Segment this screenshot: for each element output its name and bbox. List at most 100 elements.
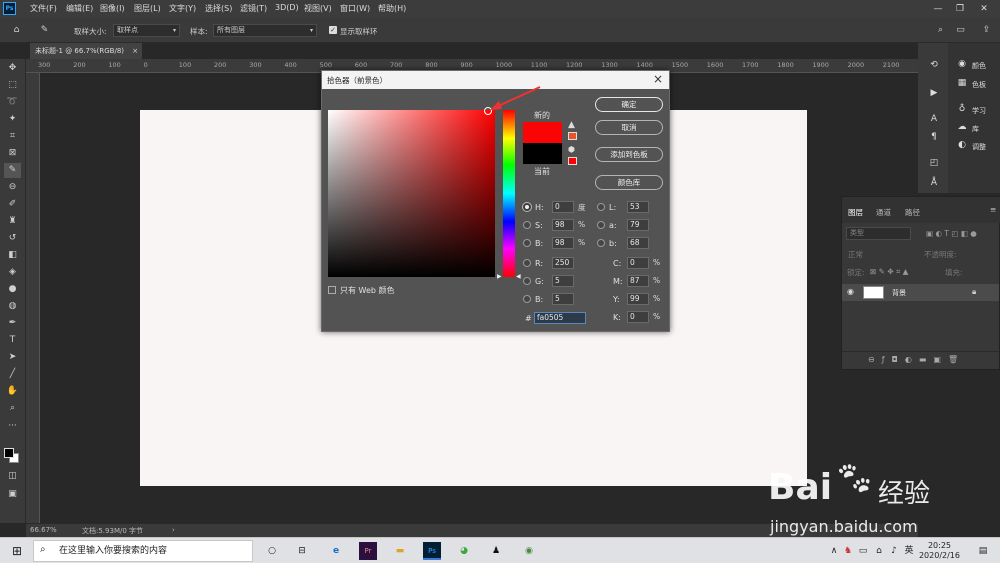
healing-tool-icon[interactable]: ⊖ [4,180,21,195]
move-tool-icon[interactable]: ✥ [4,61,21,76]
actions-icon[interactable]: ▶ [928,87,940,99]
path-select-icon[interactable]: ➤ [4,350,21,365]
zoom-level[interactable]: 66.67% [30,526,57,534]
lab-b-radio[interactable] [597,239,605,247]
hue-left-arrow-icon[interactable]: ▶ [497,273,502,280]
panel-learn[interactable]: 学习 [972,106,986,116]
restore-icon[interactable]: ❐ [952,2,968,16]
g-radio[interactable] [523,277,531,285]
menu-file[interactable]: 文件(F) [30,3,57,14]
paint-bucket-icon[interactable]: ◈ [4,265,21,280]
hand-tool-icon[interactable]: ✋ [4,384,21,399]
b-radio[interactable] [523,239,531,247]
blur-tool-icon[interactable]: ● [4,282,21,297]
line-tool-icon[interactable]: ╱ [4,367,21,382]
menu-view[interactable]: 视图(V) [304,3,332,14]
minimize-icon[interactable]: — [930,2,946,16]
sample-select[interactable]: 所有图层 ▾ [213,24,317,37]
wechat-icon[interactable]: ◕ [455,542,473,560]
lasso-tool-icon[interactable]: ➰ [4,95,21,110]
r-field[interactable]: 250 [552,257,574,269]
panel-libraries[interactable]: 库 [972,124,979,134]
file-explorer-icon[interactable]: ▬ [391,542,409,560]
adjustments-panel-icon[interactable]: ◐ [956,139,968,151]
gamut-warning-icon[interactable]: ▲ [568,120,575,130]
properties-icon[interactable]: ◰ [928,157,940,169]
menu-edit[interactable]: 编辑(E) [66,3,93,14]
close-icon[interactable]: ✕ [976,2,992,16]
layer-row[interactable]: ◉ 背景 🔒︎ [842,284,999,301]
premiere-icon[interactable]: Pr [359,542,377,560]
menu-select[interactable]: 选择(S) [205,3,232,14]
tray-expand-icon[interactable]: ∧ [828,542,840,560]
h-field[interactable]: 0 [552,201,574,213]
c-field[interactable]: 0 [627,257,649,269]
show-ring-checkbox[interactable]: ✓ [329,26,337,34]
photoshop-taskbar-icon[interactable]: Ps [423,542,441,560]
s-radio[interactable] [523,221,531,229]
character-icon[interactable]: A [928,113,940,125]
web-cube-icon[interactable]: ⬢ [568,145,575,154]
hue-slider[interactable] [503,110,515,277]
hue-right-arrow-icon[interactable]: ◀ [516,273,521,280]
sample-size-select[interactable]: 取样点 ▾ [113,24,180,37]
quick-mask-icon[interactable]: ◫ [4,469,21,484]
battery-icon[interactable]: ▭ [857,542,869,560]
qq-icon[interactable]: ♟ [487,542,505,560]
pen-tool-icon[interactable]: ✒ [4,316,21,331]
tab-channels[interactable]: 通道 [876,207,891,218]
dodge-tool-icon[interactable]: ◍ [4,299,21,314]
home-icon[interactable]: ⌂ [8,23,25,38]
menu-help[interactable]: 帮助(H) [378,3,406,14]
magic-wand-tool-icon[interactable]: ✦ [4,112,21,127]
g-field[interactable]: 5 [552,275,574,287]
h-radio[interactable] [523,203,531,211]
paragraph-icon[interactable]: ¶ [928,131,940,143]
screen-mode-icon[interactable]: ▣ [4,487,21,502]
status-arrow-icon[interactable]: › [172,526,175,534]
menu-window[interactable]: 窗口(W) [340,3,370,14]
windows-start-icon[interactable]: ⊞ [8,542,26,560]
glyphs-icon[interactable]: Å [928,177,940,189]
document-tab[interactable]: 未标题-1 @ 66.7%(RGB/8) × [30,43,142,59]
foreground-color-swatch[interactable] [4,448,14,458]
cancel-button[interactable]: 取消 [595,120,663,135]
lock-icons[interactable]: ⊠ ✎ ✥ ⌗ ▲ [870,267,908,277]
l-field[interactable]: 53 [627,201,649,213]
layer-filter-select[interactable]: 类型 [846,227,911,240]
taskbar-search-input[interactable]: 在这里输入你要搜索的内容 [33,540,253,562]
close-tab-icon[interactable]: × [132,47,138,55]
layer-actions-icons[interactable]: ⊖ƒ◘◐▬▣🗑︎ [868,355,965,364]
m-field[interactable]: 87 [627,275,649,287]
share-icon[interactable]: ⇪ [978,23,995,38]
taskbar-clock[interactable]: 20:25 2020/2/16 [919,541,960,561]
panel-adjustments[interactable]: 调整 [972,142,986,152]
history-brush-icon[interactable]: ↺ [4,231,21,246]
r-radio[interactable] [523,259,531,267]
ime-indicator[interactable]: 英 [903,542,915,560]
menu-3d[interactable]: 3D(D) [275,3,299,12]
edge-icon[interactable]: e [327,542,345,560]
s-field[interactable]: 98 [552,219,574,231]
menu-type[interactable]: 文字(Y) [169,3,196,14]
tray-app-icon[interactable]: ♞ [842,542,854,560]
color-panel-icon[interactable]: ◉ [956,58,968,70]
add-to-swatches-button[interactable]: 添加到色板 [595,147,663,162]
more-tools-icon[interactable]: ··· [4,419,21,434]
blend-mode-select[interactable]: 正常 [848,249,863,260]
color-libraries-button[interactable]: 颜色库 [595,175,663,190]
search-icon[interactable]: ⌕ [932,23,949,38]
menu-filter[interactable]: 滤镜(T) [240,3,267,14]
type-tool-icon[interactable]: T [4,333,21,348]
color-cursor-icon[interactable] [484,107,492,115]
filter-icons[interactable]: ▣ ◐ T ◰ ◧ ● [926,229,977,238]
stamp-tool-icon[interactable]: ♜ [4,214,21,229]
zoom-tool-icon[interactable]: ⌕ [4,401,21,416]
eraser-tool-icon[interactable]: ◧ [4,248,21,263]
frame-tool-icon[interactable]: ⊠ [4,146,21,161]
l-radio[interactable] [597,203,605,211]
tab-paths[interactable]: 路径 [905,207,920,218]
history-icon[interactable]: ⟲ [928,59,940,71]
close-icon[interactable]: × [653,72,663,86]
hex-field[interactable]: fa0505 [534,312,586,324]
